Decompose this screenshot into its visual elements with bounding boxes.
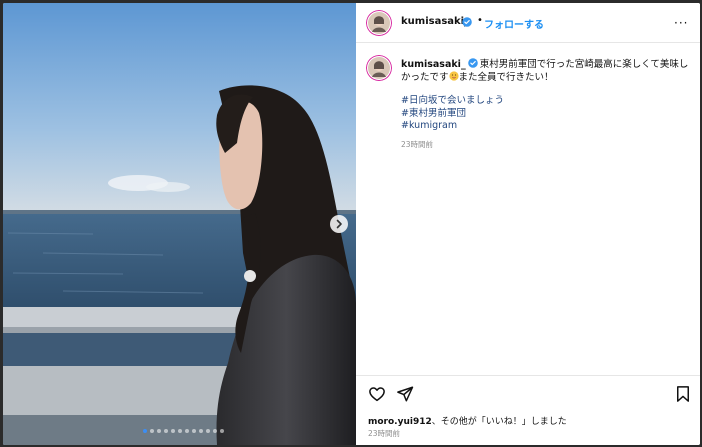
carousel-dot — [143, 429, 147, 433]
chevron-right-icon — [336, 219, 342, 229]
caption-username[interactable]: kumisasaki_ — [401, 59, 466, 70]
post-author-username[interactable]: kumisasaki_ — [401, 16, 469, 27]
carousel-dot — [150, 429, 154, 433]
header-separator: • — [477, 15, 483, 26]
yum-emoji-icon — [448, 71, 459, 81]
carousel-dot — [206, 429, 210, 433]
action-bar — [356, 375, 700, 411]
carousel-dot — [157, 429, 161, 433]
carousel-dot — [213, 429, 217, 433]
post-timestamp: 23時間前 — [368, 429, 401, 438]
carousel-dot — [185, 429, 189, 433]
caption-text-part-2: また全員で行きたい！ — [458, 72, 554, 83]
post-dialog: kumisasaki_ • フォローする ··· kumisasaki_ 東村男… — [3, 3, 700, 445]
post-panel: kumisasaki_ • フォローする ··· kumisasaki_ 東村男… — [356, 3, 700, 445]
hashtag-list: #日向坂で会いましょう #東村男前軍団 #kumigram — [401, 95, 504, 133]
likes-suffix[interactable]: 、その他が「いいね！」しました — [432, 417, 567, 427]
heart-icon[interactable] — [368, 385, 386, 403]
verified-badge-icon — [467, 58, 478, 68]
carousel-dot — [192, 429, 196, 433]
more-options-button[interactable]: ··· — [674, 16, 688, 30]
hashtag-link[interactable]: #東村男前軍団 — [401, 108, 504, 121]
carousel-indicator — [143, 429, 224, 433]
post-photo[interactable] — [3, 3, 356, 445]
carousel-dot — [220, 429, 224, 433]
carousel-dot — [171, 429, 175, 433]
carousel-dot — [164, 429, 168, 433]
avatar[interactable] — [366, 10, 392, 36]
bookmark-icon[interactable] — [674, 385, 692, 403]
liker-username[interactable]: moro.yui912 — [368, 417, 432, 427]
caption-timestamp: 23時間前 — [401, 140, 434, 149]
photo-image — [3, 3, 356, 445]
likes-summary: moro.yui912、その他が「いいね！」しました — [368, 414, 567, 427]
post-header: kumisasaki_ • フォローする ··· — [356, 3, 700, 43]
carousel-dot — [199, 429, 203, 433]
caption-text: kumisasaki_ 東村男前軍団で行った宮崎最高に楽しくて美味しかったです また… — [401, 58, 691, 84]
paper-plane-icon[interactable] — [396, 385, 414, 403]
hashtag-link[interactable]: #kumigram — [401, 120, 504, 133]
follow-button[interactable]: フォローする — [484, 16, 544, 31]
verified-badge-icon — [462, 17, 472, 27]
carousel-dot — [178, 429, 182, 433]
carousel-next-button[interactable] — [330, 215, 348, 233]
avatar[interactable] — [366, 55, 392, 81]
hashtag-link[interactable]: #日向坂で会いましょう — [401, 95, 504, 108]
